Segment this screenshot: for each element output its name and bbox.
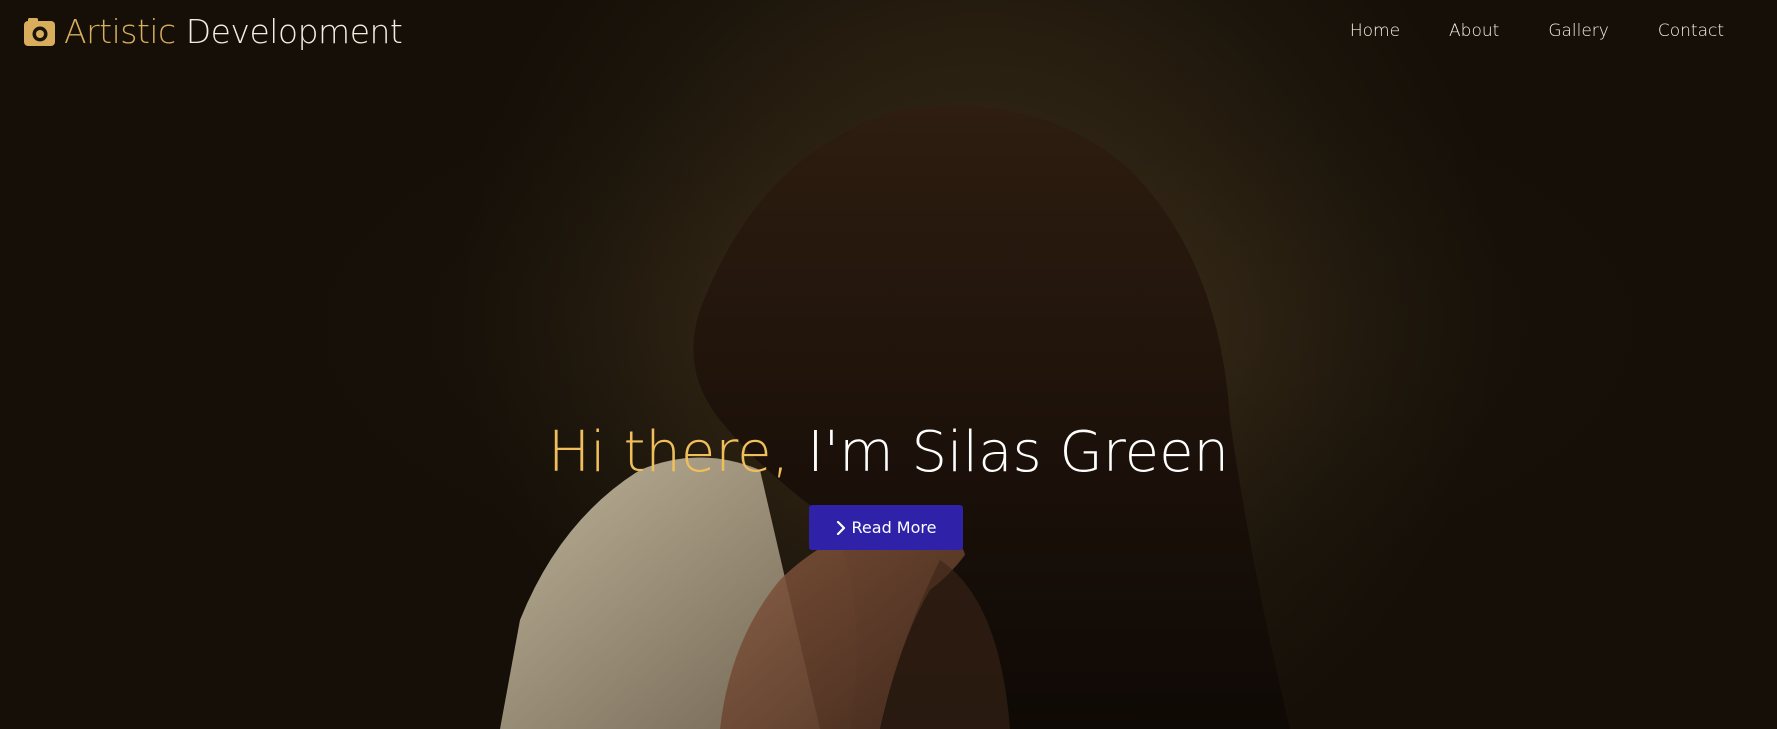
hero-headline: Hi there, I'm Silas Green	[0, 418, 1777, 488]
hero-headline-accent: Hi there,	[547, 420, 790, 485]
chevron-right-icon	[836, 520, 845, 535]
hero-section: Artistic Development Home About Gallery …	[0, 0, 1777, 729]
brand-logo-link[interactable]: Artistic Development	[23, 10, 403, 54]
read-more-button[interactable]: Read More	[809, 505, 963, 550]
nav-link-about[interactable]: About	[1449, 20, 1499, 42]
nav-links: Home About Gallery Contact	[1301, 20, 1724, 42]
brand-name-accent: Artistic	[64, 12, 176, 51]
brand-name: Artistic Development	[64, 10, 403, 54]
hero-headline-rest: I'm Silas Green	[807, 420, 1230, 485]
nav-link-home[interactable]: Home	[1350, 20, 1400, 42]
camera-icon	[24, 18, 55, 46]
hero-background-photo	[0, 0, 1777, 729]
nav-link-contact[interactable]: Contact	[1658, 20, 1724, 42]
top-navbar: Artistic Development Home About Gallery …	[0, 0, 1777, 64]
brand-name-rest: Development	[185, 12, 403, 51]
read-more-label: Read More	[851, 518, 937, 537]
nav-link-gallery[interactable]: Gallery	[1548, 20, 1609, 42]
